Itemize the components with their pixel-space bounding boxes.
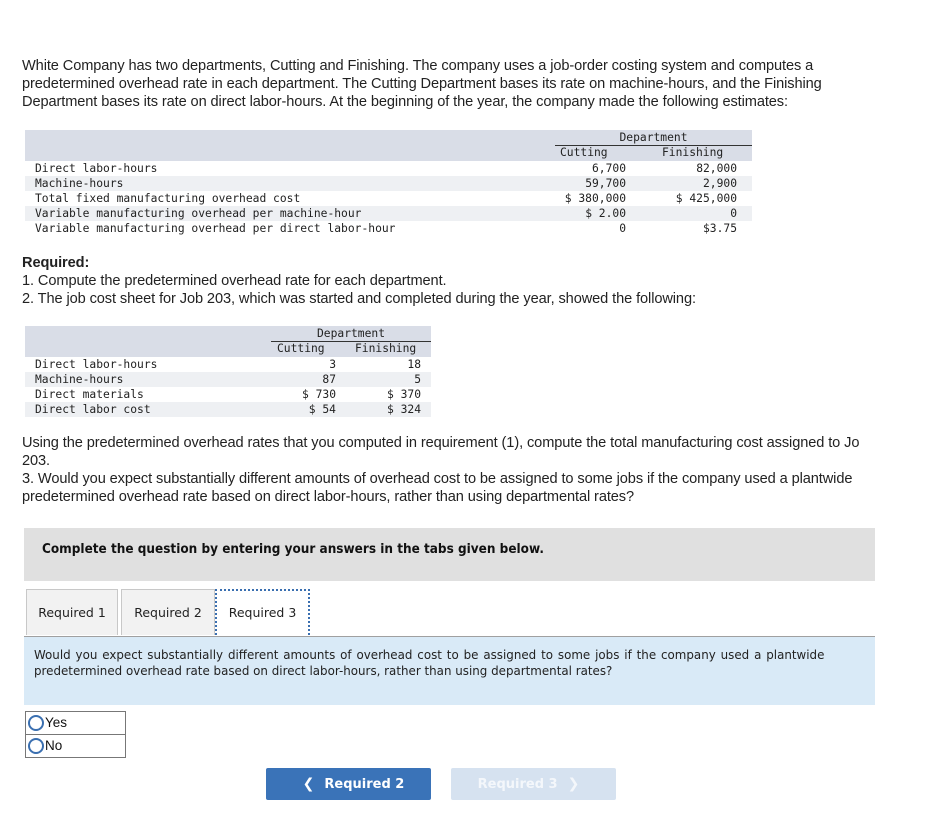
cutting-value: $ 54 [308, 403, 336, 416]
row-label: Direct materials [35, 388, 144, 401]
tab-required-2[interactable]: Required 2 [121, 589, 215, 635]
row-label: Variable manufacturing overhead per dire… [35, 222, 396, 235]
prev-button-label: Required 2 [324, 776, 405, 792]
table-row: Direct labor-hours 3 18 [25, 357, 431, 372]
required-item-2: 2. The job cost sheet for Job 203, which… [22, 291, 696, 307]
instruction-text: Complete the question by entering your a… [42, 542, 544, 557]
column-header-finishing: Finishing [355, 342, 417, 355]
option-yes[interactable]: Yes [26, 712, 125, 735]
row-label: Direct labor cost [35, 403, 151, 416]
required-item-1: 1. Compute the predetermined overhead ra… [22, 273, 447, 289]
cutting-value: 87 [322, 373, 336, 386]
followup-line-4: predetermined overhead rate based on dir… [22, 489, 635, 505]
table-row: Total fixed manufacturing overhead cost … [25, 191, 752, 206]
estimates-table-header: Department Cutting Finishing [25, 130, 752, 161]
intro-line-2: predetermined overhead rate in each depa… [22, 76, 822, 92]
radio-button-icon[interactable] [28, 738, 44, 754]
chevron-right-icon: ❯ [567, 776, 580, 792]
department-group-header: Department [555, 131, 752, 146]
row-label: Machine-hours [35, 177, 124, 190]
table-row: Direct materials $ 730 $ 370 [25, 387, 431, 402]
previous-required-2-button[interactable]: ❮ Required 2 [266, 768, 431, 800]
finishing-value: $ 425,000 [675, 192, 737, 205]
table-row: Machine-hours 87 5 [25, 372, 431, 387]
followup-line-1: Using the predetermined overhead rates t… [22, 435, 860, 451]
finishing-value: 18 [407, 358, 421, 371]
question-text: Would you expect substantially different… [34, 647, 825, 678]
next-required-3-button[interactable]: Required 3 ❯ [451, 768, 616, 800]
cutting-value: 0 [619, 222, 626, 235]
cutting-value: $ 380,000 [564, 192, 626, 205]
table-row: Variable manufacturing overhead per dire… [25, 221, 752, 236]
next-button-label: Required 3 [477, 776, 558, 792]
table-row: Direct labor cost $ 54 $ 324 [25, 402, 431, 417]
tab-required-3[interactable]: Required 3 [215, 589, 310, 635]
column-header-finishing: Finishing [662, 146, 724, 159]
job-table-header: Department Cutting Finishing [25, 326, 431, 357]
finishing-value: $ 370 [386, 388, 421, 401]
option-label: No [45, 738, 63, 753]
radio-button-icon[interactable] [28, 715, 44, 731]
tab-required-1[interactable]: Required 1 [26, 589, 118, 635]
chevron-left-icon: ❮ [302, 776, 315, 792]
table-row: Variable manufacturing overhead per mach… [25, 206, 752, 221]
instruction-box: Complete the question by entering your a… [24, 528, 875, 581]
cutting-value: 3 [329, 358, 336, 371]
question-panel: Would you expect substantially different… [24, 637, 875, 705]
department-group-header: Department [271, 327, 431, 342]
option-label: Yes [45, 715, 68, 730]
cutting-value: $ 2.00 [585, 207, 626, 220]
job-cost-table: Department Cutting Finishing Direct labo… [25, 326, 431, 417]
cutting-value: $ 730 [301, 388, 336, 401]
option-no[interactable]: No [26, 735, 125, 757]
finishing-value: $3.75 [702, 222, 737, 235]
intro-line-1: White Company has two departments, Cutti… [22, 58, 814, 74]
row-label: Total fixed manufacturing overhead cost [35, 192, 301, 205]
finishing-value: 2,900 [702, 177, 737, 190]
row-label: Direct labor-hours [35, 358, 158, 371]
required-heading: Required: [22, 255, 90, 271]
answer-radio-group: Yes No [25, 711, 126, 758]
row-label: Variable manufacturing overhead per mach… [35, 207, 362, 220]
followup-line-3: 3. Would you expect substantially differ… [22, 471, 853, 487]
finishing-value: 5 [414, 373, 421, 386]
row-label: Direct labor-hours [35, 162, 158, 175]
finishing-value: $ 324 [386, 403, 421, 416]
followup-line-2: 203. [22, 453, 51, 469]
table-row: Machine-hours 59,700 2,900 [25, 176, 752, 191]
intro-line-3: Department bases its rate on direct labo… [22, 94, 788, 110]
estimates-table: Department Cutting Finishing Direct labo… [25, 130, 752, 236]
table-row: Direct labor-hours 6,700 82,000 [25, 161, 752, 176]
cutting-value: 59,700 [585, 177, 626, 190]
finishing-value: 0 [730, 207, 737, 220]
column-header-cutting: Cutting [560, 146, 608, 159]
finishing-value: 82,000 [696, 162, 737, 175]
column-header-cutting: Cutting [277, 342, 325, 355]
row-label: Machine-hours [35, 373, 124, 386]
cutting-value: 6,700 [591, 162, 626, 175]
